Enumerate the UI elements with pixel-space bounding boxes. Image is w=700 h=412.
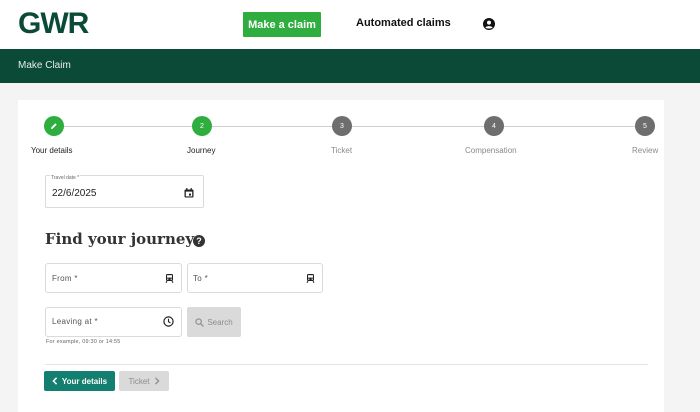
chevron-left-icon xyxy=(52,377,58,385)
back-button-label: Your details xyxy=(61,376,108,386)
clock-icon[interactable] xyxy=(163,316,174,327)
next-button-label: Ticket xyxy=(128,376,150,386)
step-5-review[interactable]: 5 xyxy=(635,116,655,136)
gwr-logo[interactable]: GWR xyxy=(18,9,89,39)
step-2-journey[interactable]: 2 xyxy=(192,116,212,136)
travel-date-value[interactable]: 22/6/2025 xyxy=(52,188,97,199)
stepper-connector xyxy=(64,126,192,127)
step-label-compensation: Compensation xyxy=(465,146,517,155)
search-button[interactable]: Search xyxy=(187,307,241,337)
to-placeholder: To * xyxy=(193,274,208,283)
step-label-review: Review xyxy=(632,146,659,155)
user-circle-icon[interactable] xyxy=(483,18,495,30)
back-your-details-button[interactable]: Your details xyxy=(44,371,115,391)
stepper-connector xyxy=(352,126,484,127)
form-divider xyxy=(45,364,648,365)
calendar-icon[interactable] xyxy=(184,188,194,198)
find-your-journey-heading: Find your journey xyxy=(45,230,195,248)
time-format-hint: For example, 09:30 or 14:55 xyxy=(46,339,121,345)
next-ticket-button[interactable]: Ticket xyxy=(119,371,169,391)
stepper-connector xyxy=(504,126,635,127)
make-a-claim-button[interactable]: Make a claim xyxy=(243,12,321,37)
automated-claims-link[interactable]: Automated claims xyxy=(356,17,451,29)
train-icon xyxy=(306,274,315,283)
page-banner: Make Claim xyxy=(0,49,700,83)
step-label-ticket: Ticket xyxy=(331,146,353,155)
stepper-connector xyxy=(212,126,332,127)
search-button-label: Search xyxy=(207,317,233,327)
step-3-ticket[interactable]: 3 xyxy=(332,116,352,136)
page-title: Make Claim xyxy=(18,60,71,71)
step-label-journey: Journey xyxy=(187,146,216,155)
train-icon xyxy=(165,274,174,283)
travel-date-label: Travel date * xyxy=(50,175,81,181)
pencil-icon xyxy=(51,123,57,129)
chevron-right-icon xyxy=(154,377,160,385)
leaving-at-placeholder: Leaving at * xyxy=(52,317,98,326)
from-placeholder: From * xyxy=(52,274,78,283)
step-label-your-details: Your details xyxy=(31,146,73,155)
top-nav-bar: GWR Make a claim Automated claims xyxy=(0,0,700,49)
search-icon xyxy=(195,317,205,327)
step-1-your-details[interactable] xyxy=(44,116,64,136)
step-4-compensation[interactable]: 4 xyxy=(484,116,504,136)
question-circle-icon[interactable]: ? xyxy=(193,235,205,247)
